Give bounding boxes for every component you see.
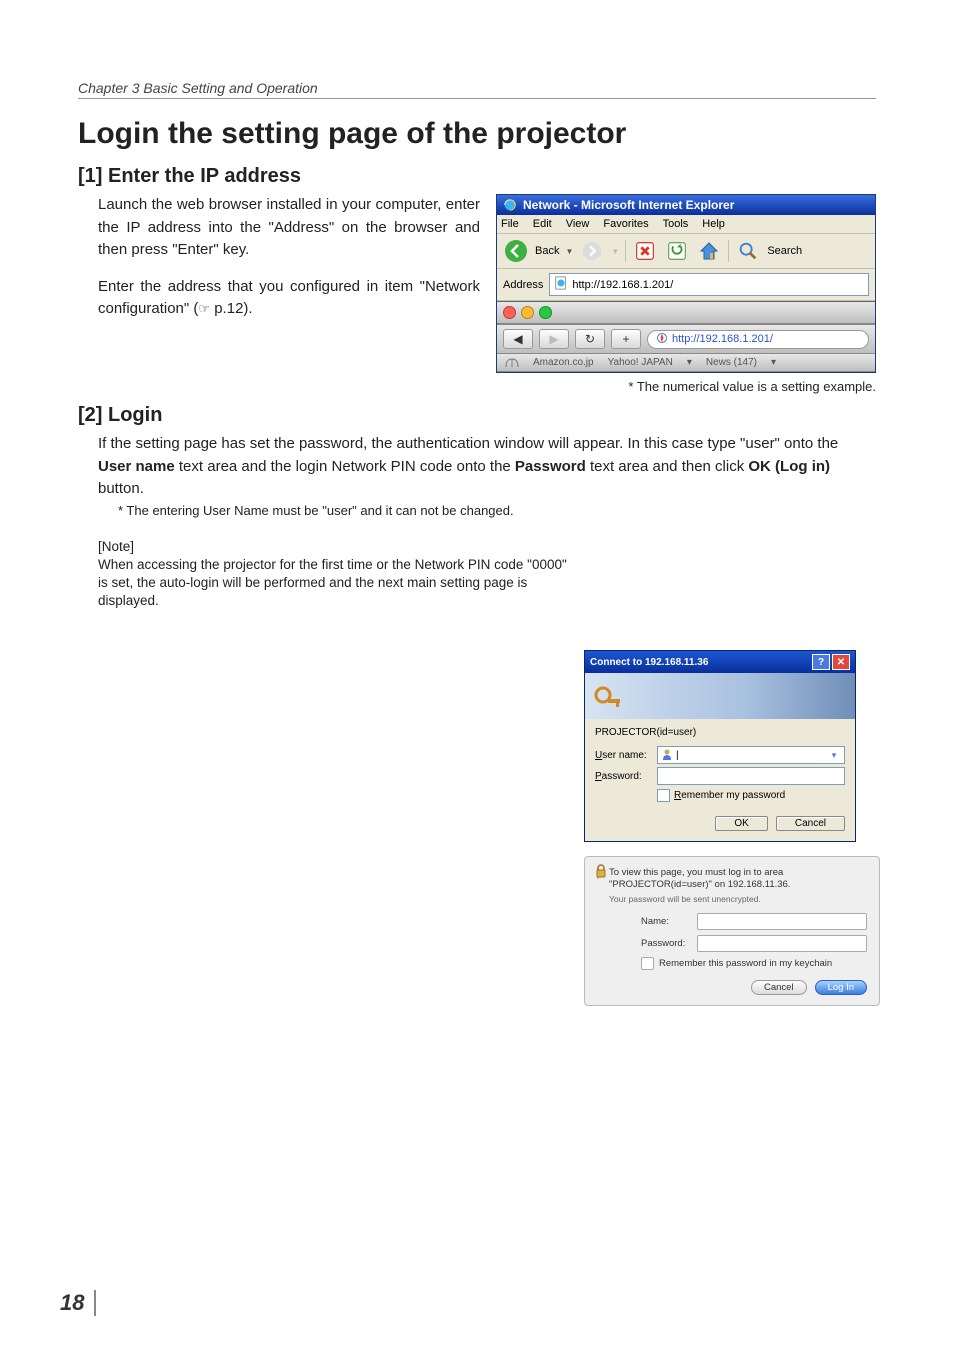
note-block: [Note] When accessing the projector for …: [98, 538, 568, 611]
windows-auth-dialog: Connect to 192.168.11.36 ? ✕ PROJECTOR(i…: [584, 650, 856, 842]
forward-dropdown-icon[interactable]: ▼: [611, 247, 619, 256]
refresh-icon[interactable]: [664, 238, 690, 264]
divider: [625, 240, 626, 262]
lock-icon: [597, 867, 599, 905]
example-caption: * The numerical value is a setting examp…: [78, 379, 876, 394]
ie-menu-view[interactable]: View: [566, 218, 590, 230]
mac-dialog-subtext: Your password will be sent unencrypted.: [609, 894, 867, 905]
mac-name-label: Name:: [641, 916, 691, 927]
win-dialog-titlebar: Connect to 192.168.11.36 ? ✕: [585, 651, 855, 673]
bookmarks-icon[interactable]: [505, 358, 519, 368]
help-icon[interactable]: ?: [812, 654, 830, 670]
note-heading: [Note]: [98, 538, 568, 556]
pointer-icon: ☞: [198, 301, 210, 316]
bookmark-yahoo[interactable]: Yahoo! JAPAN: [608, 357, 673, 368]
safari-back-icon[interactable]: ◀: [503, 329, 533, 349]
password-input[interactable]: [657, 767, 845, 785]
username-label: User name:: [595, 750, 651, 761]
divider: [728, 240, 729, 262]
cancel-button[interactable]: Cancel: [776, 816, 845, 831]
search-icon[interactable]: [735, 238, 761, 264]
s1-p1: Launch the web browser installed in your…: [78, 194, 480, 262]
ie-menu-tools[interactable]: Tools: [663, 218, 689, 230]
stop-icon[interactable]: [632, 238, 658, 264]
section-2-paragraph: If the setting page has set the password…: [98, 433, 856, 501]
bookmark-amazon[interactable]: Amazon.co.jp: [533, 357, 594, 368]
win-dialog-banner: [585, 673, 855, 719]
bookmark-news-dropdown-icon[interactable]: ▾: [771, 357, 776, 368]
bookmark-news[interactable]: News (147): [706, 357, 757, 368]
mac-password-label: Password:: [641, 938, 691, 949]
mac-login-button[interactable]: Log In: [815, 980, 867, 995]
mac-remember-label: Remember this password in my keychain: [659, 958, 832, 969]
keyring-icon: [593, 681, 623, 711]
username-dropdown-icon[interactable]: ▾: [827, 750, 841, 761]
close-icon[interactable]: ✕: [832, 654, 850, 670]
address-label: Address: [503, 279, 543, 291]
safari-toolbar: [497, 301, 875, 324]
forward-icon[interactable]: [579, 238, 605, 264]
auth-dialogs: Connect to 192.168.11.36 ? ✕ PROJECTOR(i…: [584, 650, 854, 1006]
ok-button[interactable]: OK: [715, 816, 767, 831]
address-value: http://192.168.1.201/: [572, 279, 673, 291]
mac-cancel-button[interactable]: Cancel: [751, 980, 807, 995]
back-label[interactable]: Back: [535, 245, 559, 257]
section-2-heading: [2] Login: [78, 404, 876, 427]
mac-remember-checkbox[interactable]: [641, 957, 654, 970]
page-title: Login the setting page of the projector: [78, 117, 876, 151]
cursor: |: [676, 750, 679, 761]
address-input[interactable]: http://192.168.1.201/: [549, 273, 869, 296]
mac-dialog-message: To view this page, you must log in to ar…: [609, 867, 867, 892]
ie-titlebar: Network - Microsoft Internet Explorer: [497, 195, 875, 215]
section-1-heading: [1] Enter the IP address: [78, 165, 876, 188]
back-icon[interactable]: [503, 238, 529, 264]
safari-reload-icon[interactable]: ↻: [575, 329, 605, 349]
zoom-window-icon[interactable]: [539, 306, 552, 319]
note-body: When accessing the projector for the fir…: [98, 556, 568, 611]
close-window-icon[interactable]: [503, 306, 516, 319]
page-number: 18: [60, 1290, 96, 1316]
ie-menu-help[interactable]: Help: [702, 218, 725, 230]
username-input[interactable]: | ▾: [657, 746, 845, 764]
ie-menubar: File Edit View Favorites Tools Help: [497, 215, 875, 234]
safari-site-icon: [656, 332, 668, 347]
password-label: Password:: [595, 771, 651, 782]
safari-add-icon[interactable]: +: [611, 329, 641, 349]
safari-bookmarks-bar: Amazon.co.jp Yahoo! JAPAN ▾ News (147) ▾: [497, 354, 875, 372]
user-icon: [661, 748, 673, 763]
ie-menu-edit[interactable]: Edit: [533, 218, 552, 230]
back-dropdown-icon[interactable]: ▼: [565, 247, 573, 256]
ie-toolbar: Back ▼ ▼: [497, 234, 875, 269]
mac-auth-dialog: To view this page, you must log in to ar…: [584, 856, 880, 1006]
auth-realm: PROJECTOR(id=user): [595, 727, 845, 738]
remember-checkbox[interactable]: [657, 789, 670, 802]
minimize-window-icon[interactable]: [521, 306, 534, 319]
search-label[interactable]: Search: [767, 245, 802, 257]
traffic-lights: [503, 306, 552, 319]
win-dialog-title: Connect to 192.168.11.36: [590, 657, 708, 668]
ie-page-icon: [554, 276, 568, 293]
s1-p2: Enter the address that you configured in…: [78, 276, 480, 321]
safari-address-input[interactable]: http://192.168.1.201/: [647, 330, 869, 349]
chapter-header: Chapter 3 Basic Setting and Operation: [78, 80, 876, 99]
mac-name-input[interactable]: [697, 913, 867, 930]
safari-forward-icon[interactable]: ▶: [539, 329, 569, 349]
mac-password-input[interactable]: [697, 935, 867, 952]
ie-address-bar: Address http://192.168.1.201/: [497, 269, 875, 301]
ie-app-icon: [503, 198, 517, 212]
safari-nav-bar: ◀ ▶ ↻ + http://192.168.1.201/: [497, 324, 875, 354]
section-1-text: Launch the web browser installed in your…: [78, 194, 480, 335]
remember-label: Remember my password: [674, 790, 785, 801]
browser-mock-stack: Network - Microsoft Internet Explorer Fi…: [496, 194, 876, 373]
ie-window: Network - Microsoft Internet Explorer Fi…: [496, 194, 876, 373]
ie-menu-favorites[interactable]: Favorites: [603, 218, 648, 230]
home-icon[interactable]: [696, 238, 722, 264]
bookmark-yahoo-dropdown-icon[interactable]: ▾: [687, 357, 692, 368]
ie-menu-file[interactable]: File: [501, 218, 519, 230]
safari-url: http://192.168.1.201/: [672, 333, 773, 345]
username-note: * The entering User Name must be "user" …: [118, 503, 856, 518]
ie-title-text: Network - Microsoft Internet Explorer: [523, 198, 734, 212]
